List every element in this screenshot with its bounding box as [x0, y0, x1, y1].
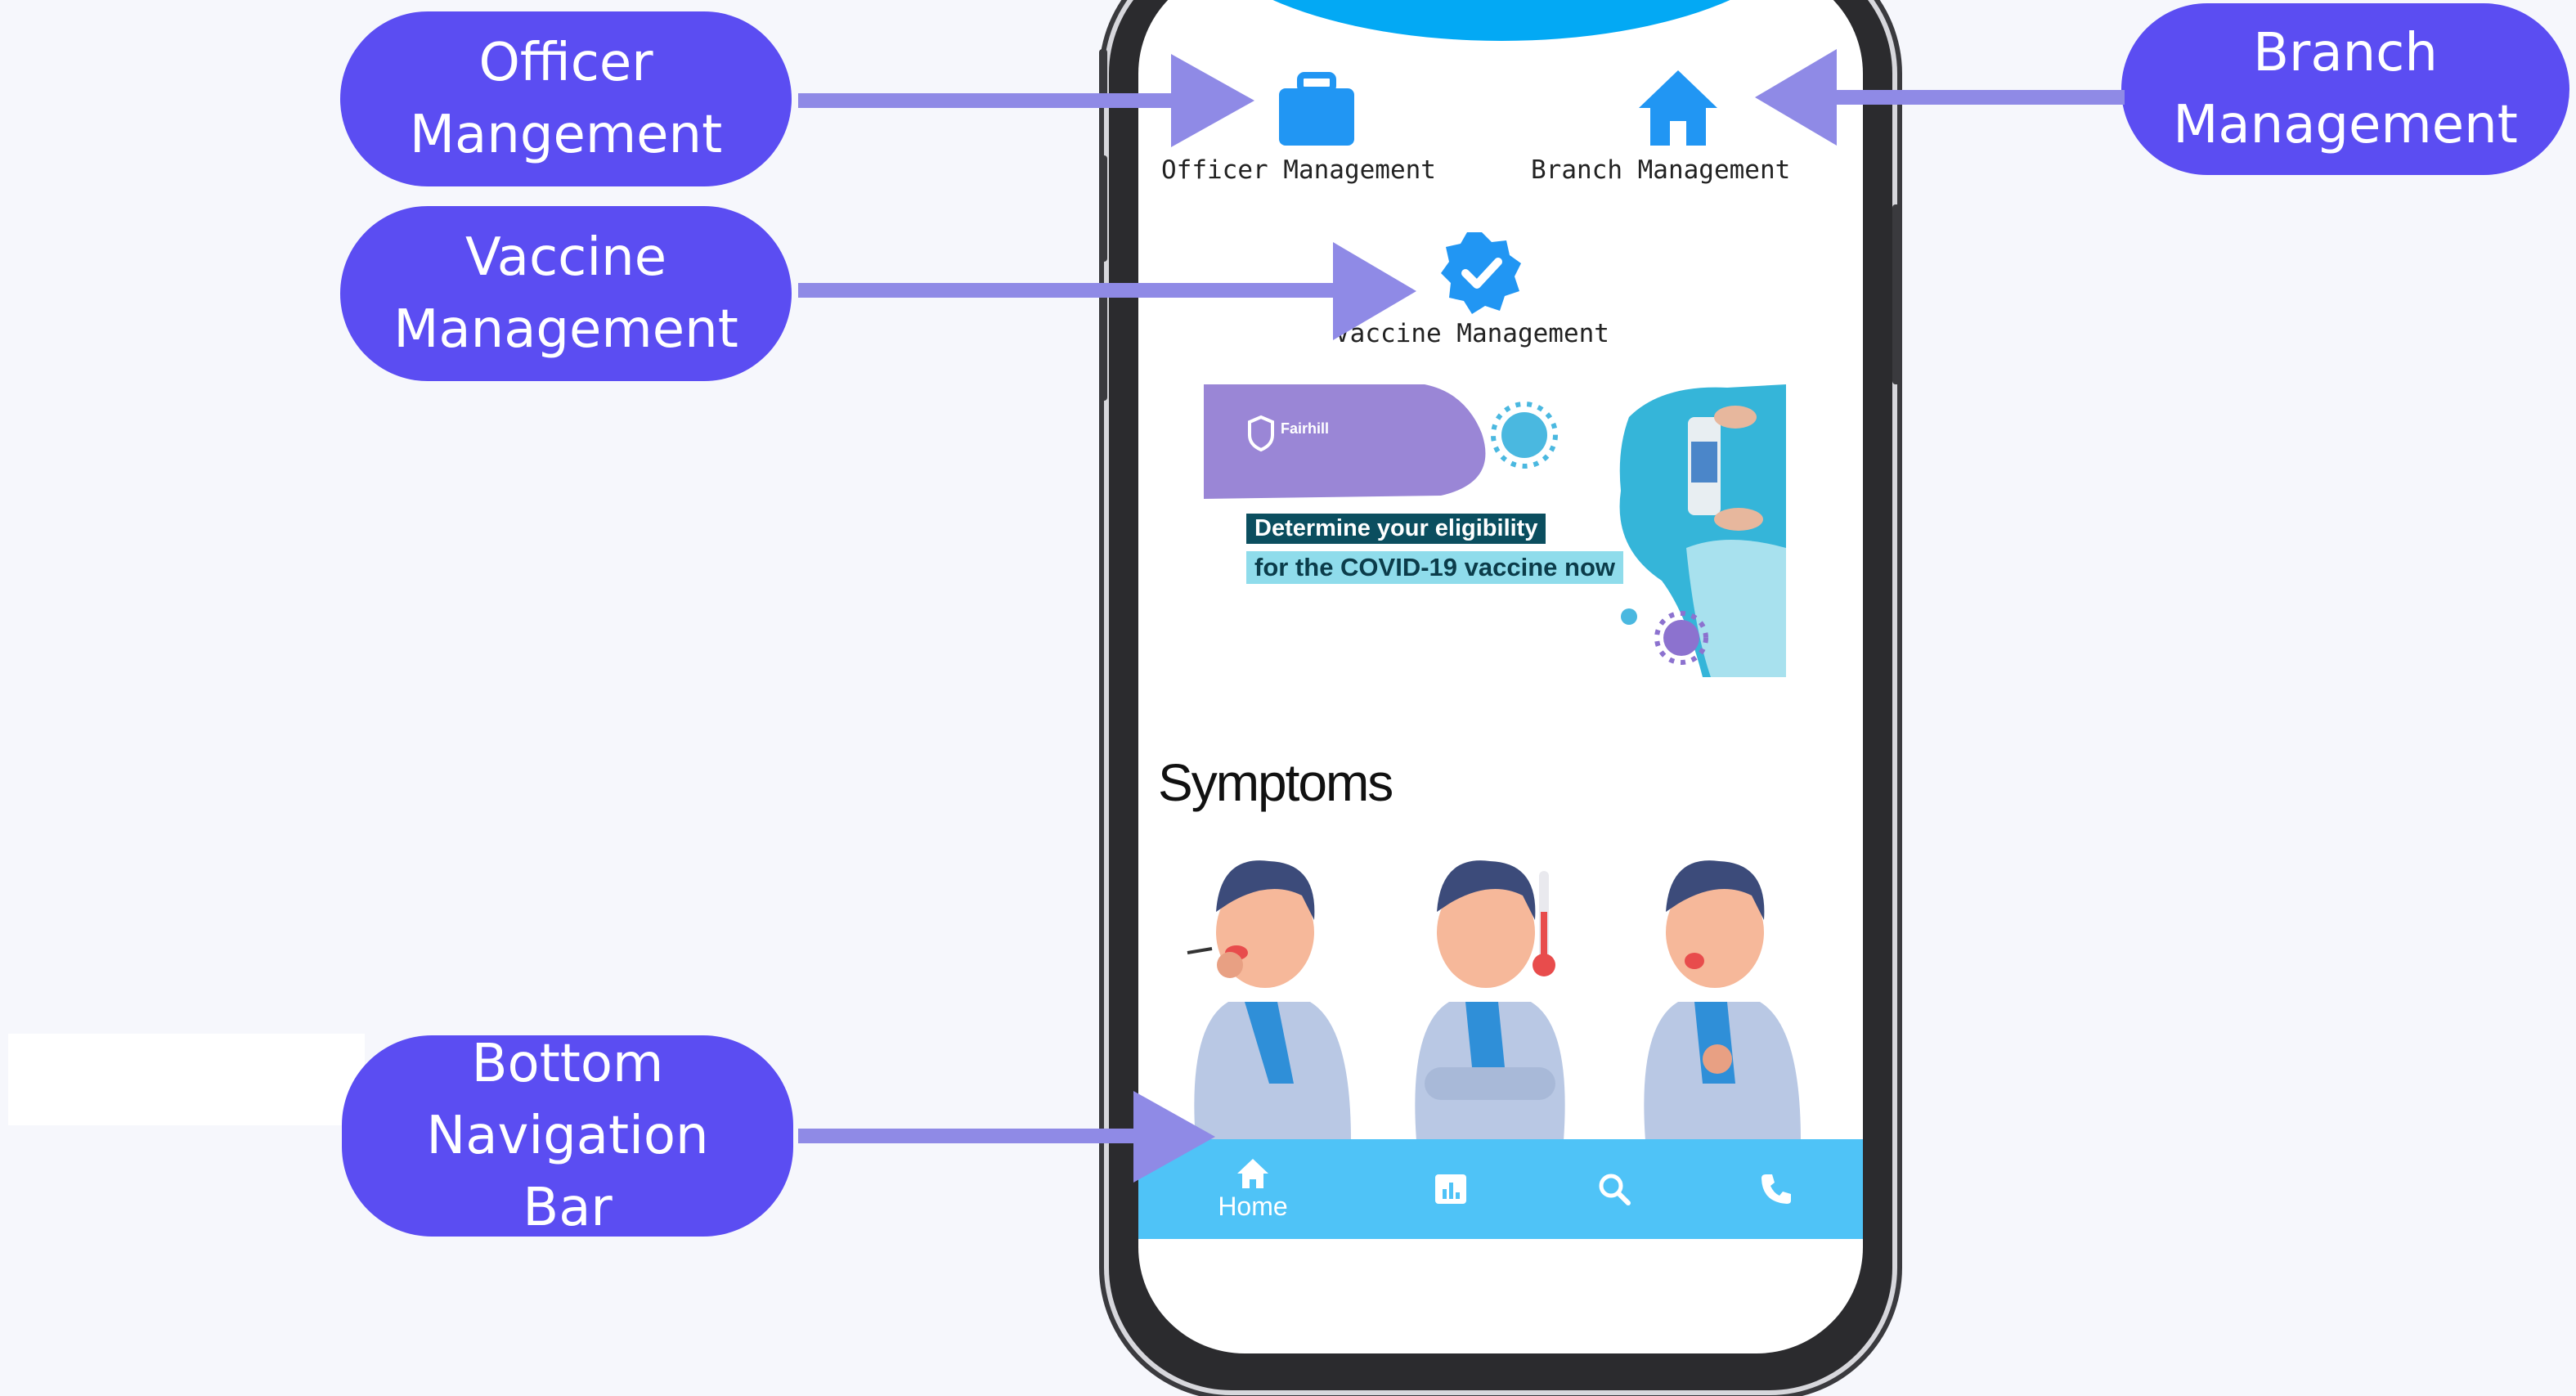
verified-icon: [1441, 232, 1521, 314]
callout-branch-line2: Management: [2173, 95, 2518, 155]
app-header-curve: [1191, 0, 1812, 41]
volume-down-button: [1099, 294, 1107, 401]
callout-vaccine-line2: Management: [393, 299, 738, 360]
nav-item-search[interactable]: [1565, 1139, 1663, 1239]
briefcase-icon: [1279, 72, 1354, 146]
covid-vaccine-banner[interactable]: Fairhill Determine your eligibility for …: [1204, 384, 1786, 677]
symptom-sore-throat-illustration: [1644, 860, 1801, 1141]
arrow-vaccine-shaft: [798, 283, 1338, 298]
arrow-officer-shaft: [798, 93, 1174, 108]
symptom-fever-illustration: [1415, 860, 1565, 1141]
home-icon: [1639, 70, 1717, 146]
arrow-vaccine-head: [1333, 242, 1416, 340]
callout-bottom-line1: Bottom: [471, 1034, 664, 1094]
callout-officer-line1: Officer: [478, 33, 653, 93]
arrow-officer-head: [1171, 54, 1254, 147]
nav-item-stats[interactable]: [1402, 1139, 1500, 1239]
callout-vaccine-management: Vaccine Management: [340, 206, 792, 381]
callout-officer-line2: Mangement: [409, 105, 723, 165]
bottom-callout-highlight: [8, 1034, 365, 1125]
app-screen: Officer Management Branch Management Vac…: [1138, 0, 1863, 1353]
arrow-branch-head: [1755, 49, 1837, 146]
home-icon: [1237, 1158, 1268, 1188]
branch-management-label: Branch Management: [1531, 155, 1791, 185]
arrow-bottom-nav-head: [1133, 1091, 1215, 1183]
power-button: [1892, 204, 1901, 384]
phone-icon: [1761, 1174, 1791, 1204]
bottom-navigation-bar: Home: [1138, 1139, 1863, 1239]
callout-bottom-line3: Bar: [523, 1178, 613, 1238]
banner-line-2: for the COVID-19 vaccine now: [1246, 551, 1623, 584]
nav-home-label: Home: [1218, 1191, 1288, 1221]
officer-management-label: Officer Management: [1161, 155, 1436, 185]
banner-brand: Fairhill: [1281, 420, 1330, 437]
arrow-branch-shaft: [1835, 90, 2125, 105]
volume-up-button: [1099, 155, 1107, 262]
callout-bottom-navigation: Bottom Navigation Bar: [342, 1034, 793, 1238]
nav-item-home[interactable]: Home: [1204, 1139, 1302, 1239]
callout-officer-management: Officer Mangement: [340, 11, 792, 186]
silent-switch: [1099, 49, 1107, 98]
callout-bottom-line2: Navigation: [426, 1106, 709, 1166]
callout-branch-management: Branch Management: [2121, 3, 2569, 175]
nav-item-call[interactable]: [1727, 1139, 1825, 1239]
callout-vaccine-line1: Vaccine: [464, 227, 667, 288]
symptoms-title: Symptoms: [1158, 753, 1393, 812]
banner-line-1: Determine your eligibility: [1246, 514, 1546, 544]
arrow-bottom-nav-shaft: [798, 1129, 1142, 1143]
callout-branch-line1: Branch: [2253, 23, 2438, 83]
stats-icon: [1435, 1174, 1466, 1204]
search-icon: [1599, 1174, 1631, 1205]
